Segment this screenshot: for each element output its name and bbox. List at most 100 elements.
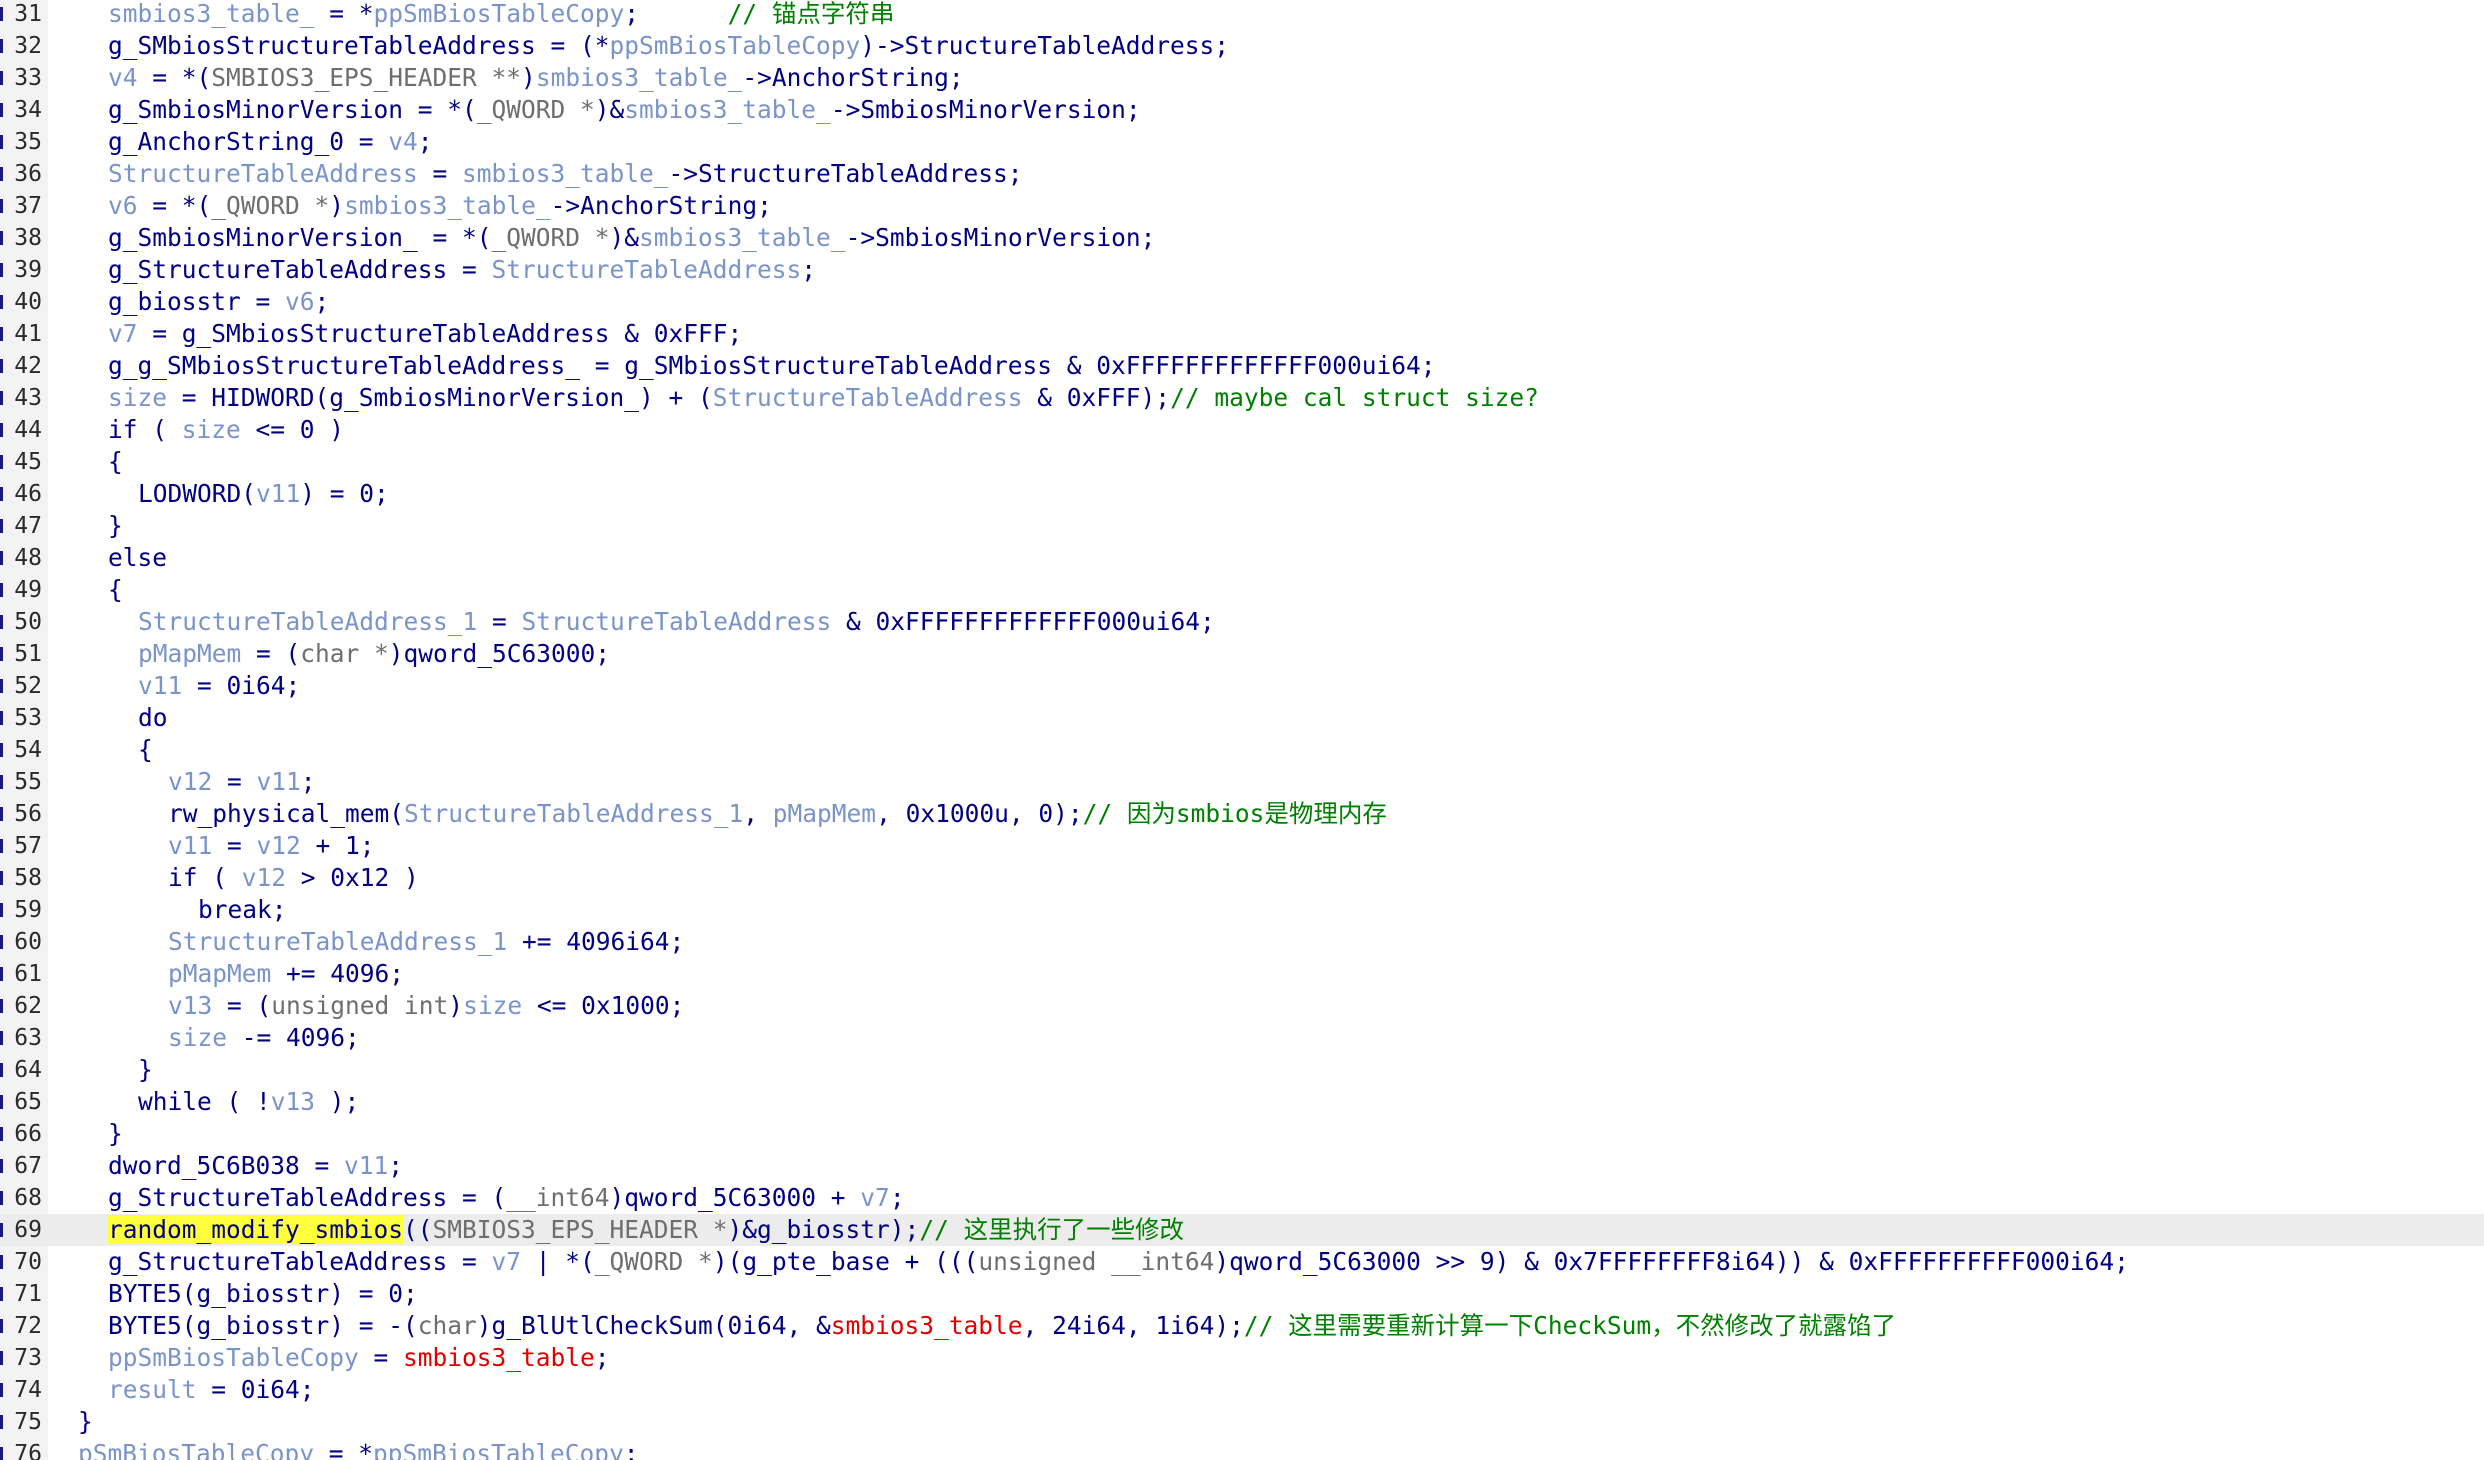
local-variable[interactable]: v6 — [108, 191, 138, 220]
code-token[interactable]: & 0xFFFFFFFFFFFFF000ui64; — [831, 607, 1215, 636]
code-token[interactable]: break; — [198, 895, 287, 924]
code-line[interactable]: 65 while ( !v13 ); — [0, 1086, 2484, 1118]
code-text[interactable]: StructureTableAddress = smbios3_table_->… — [108, 158, 1023, 190]
code-text[interactable]: g_StructureTableAddress = StructureTable… — [108, 254, 816, 286]
code-token[interactable]: ; — [801, 255, 816, 284]
code-token[interactable]: g_SMbiosStructureTableAddress = (* — [108, 31, 610, 60]
code-token[interactable]: = ( — [241, 639, 300, 668]
local-variable[interactable]: StructureTableAddress — [522, 607, 832, 636]
code-line[interactable]: 66} — [0, 1118, 2484, 1150]
local-variable[interactable]: StructureTableAddress_1 — [168, 927, 507, 956]
code-line[interactable]: 50 StructureTableAddress_1 = StructureTab… — [0, 606, 2484, 638]
local-variable[interactable]: v12 — [168, 767, 212, 796]
code-token[interactable]: } — [78, 1407, 93, 1436]
code-line[interactable]: 51 pMapMem = (char *)qword_5C63000; — [0, 638, 2484, 670]
code-token[interactable]: g_SmbiosMinorVersion = *( — [108, 95, 477, 124]
code-line[interactable]: 73 ppSmBiosTableCopy = smbios3_table; — [0, 1342, 2484, 1374]
code-token[interactable]: ->StructureTableAddress; — [669, 159, 1023, 188]
code-token[interactable]: rw_physical_mem( — [168, 799, 404, 828]
code-token[interactable]: ) — [521, 63, 536, 92]
code-text[interactable]: { — [138, 734, 153, 766]
code-line[interactable]: 38 g_SmbiosMinorVersion_ = *(_QWORD *)&sm… — [0, 222, 2484, 254]
code-text[interactable]: BYTE5(g_biosstr) = -(char)g_BlUtlCheckSu… — [108, 1310, 1896, 1342]
code-text[interactable]: size -= 4096; — [168, 1022, 360, 1054]
pseudocode-editor[interactable]: 31 smbios3_table_ = *ppSmBiosTableCopy; /… — [0, 0, 2484, 1460]
code-token[interactable]: g_SmbiosMinorVersion_ = *( — [108, 223, 492, 252]
type-cast[interactable]: char — [418, 1311, 477, 1340]
code-text[interactable]: smbios3_table_ = *ppSmBiosTableCopy; // … — [108, 0, 894, 30]
code-line[interactable]: 41 v7 = g_SMbiosStructureTableAddress & 0… — [0, 318, 2484, 350]
code-line[interactable]: 34 g_SmbiosMinorVersion = *(_QWORD *)&smb… — [0, 94, 2484, 126]
code-text[interactable]: if ( size <= 0 ) — [108, 414, 344, 446]
highlighted-identifier[interactable]: random_modify_smbios — [108, 1215, 404, 1244]
code-token[interactable]: ) — [329, 191, 344, 220]
local-variable[interactable]: pMapMem — [138, 639, 241, 668]
type-cast[interactable]: SMBIOS3_EPS_HEADER * — [433, 1215, 728, 1244]
code-line[interactable]: 33 v4 = *(SMBIOS3_EPS_HEADER **)smbios3_t… — [0, 62, 2484, 94]
code-text[interactable]: while ( !v13 ); — [138, 1086, 359, 1118]
code-token[interactable]: += 4096i64; — [507, 927, 684, 956]
code-line[interactable]: 35 g_AnchorString_0 = v4; — [0, 126, 2484, 158]
type-cast[interactable]: SMBIOS3_EPS_HEADER ** — [211, 63, 521, 92]
code-token[interactable]: } — [108, 1119, 123, 1148]
type-cast[interactable]: __int64 — [506, 1183, 609, 1212]
code-line[interactable]: 42 g_g_SMbiosStructureTableAddress_ = g_S… — [0, 350, 2484, 382]
code-token[interactable]: , — [743, 799, 773, 828]
local-variable[interactable]: pSmBiosTableCopy — [78, 1439, 314, 1460]
local-variable[interactable]: size — [463, 991, 522, 1020]
code-token[interactable]: , 0x1000u, 0); — [876, 799, 1083, 828]
code-text[interactable]: dword_5C6B038 = v11; — [108, 1150, 403, 1182]
local-variable[interactable]: ppSmBiosTableCopy — [610, 31, 861, 60]
type-cast[interactable]: _QWORD * — [595, 1247, 713, 1276]
code-line[interactable]: 49 { — [0, 574, 2484, 606]
code-token[interactable]: g_StructureTableAddress = — [108, 1247, 492, 1276]
code-text[interactable]: LODWORD(v11) = 0; — [138, 478, 389, 510]
code-line[interactable]: 67 dword_5C6B038 = v11; — [0, 1150, 2484, 1182]
code-token[interactable]: ; — [890, 1183, 905, 1212]
code-token[interactable]: (( — [403, 1215, 433, 1244]
code-token[interactable]: = HIDWORD(g_SmbiosMinorVersion_) + ( — [167, 383, 713, 412]
code-token[interactable]: )(g_pte_base + ((( — [713, 1247, 979, 1276]
code-text[interactable]: StructureTableAddress_1 = StructureTable… — [138, 606, 1215, 638]
code-text[interactable]: { — [108, 574, 123, 606]
code-text[interactable]: g_SMbiosStructureTableAddress = (*ppSmBi… — [108, 30, 1229, 62]
local-variable[interactable]: pMapMem — [168, 959, 271, 988]
code-token[interactable]: ; — [388, 1151, 403, 1180]
code-text[interactable]: BYTE5(g_biosstr) = 0; — [108, 1278, 418, 1310]
code-token[interactable]: )& — [595, 95, 625, 124]
code-text[interactable]: pSmBiosTableCopy = *ppSmBiosTableCopy; — [78, 1438, 639, 1460]
code-token[interactable]: = 0i64; — [182, 671, 300, 700]
code-line[interactable]: 44 if ( size <= 0 ) — [0, 414, 2484, 446]
code-text[interactable]: v12 = v11; — [168, 766, 316, 798]
code-token[interactable]: = — [359, 1343, 403, 1372]
code-token[interactable]: ; — [624, 0, 727, 28]
code-token[interactable]: = *( — [138, 191, 211, 220]
code-line[interactable]: 74 result = 0i64; — [0, 1374, 2484, 1406]
type-cast[interactable]: unsigned int — [271, 991, 448, 1020]
code-token[interactable]: )->StructureTableAddress; — [860, 31, 1229, 60]
code-line[interactable]: 54 { — [0, 734, 2484, 766]
local-variable[interactable]: StructureTableAddress_1 — [138, 607, 477, 636]
local-variable[interactable]: ppSmBiosTableCopy — [108, 1343, 359, 1372]
code-line[interactable]: 52 v11 = 0i64; — [0, 670, 2484, 702]
code-line[interactable]: 59 break; — [0, 894, 2484, 926]
code-line[interactable]: 53 do — [0, 702, 2484, 734]
code-line[interactable]: 31 smbios3_table_ = *ppSmBiosTableCopy; /… — [0, 0, 2484, 30]
code-text[interactable]: StructureTableAddress_1 += 4096i64; — [168, 926, 684, 958]
code-line[interactable]: 72 BYTE5(g_biosstr) = -(char)g_BlUtlCheck… — [0, 1310, 2484, 1342]
code-token[interactable]: else — [108, 543, 167, 572]
code-line[interactable]: 68 g_StructureTableAddress = (__int64)qwo… — [0, 1182, 2484, 1214]
code-token[interactable]: g_biosstr = — [108, 287, 285, 316]
code-token[interactable]: ); — [315, 1087, 360, 1116]
code-token[interactable]: ->AnchorString; — [551, 191, 772, 220]
code-token[interactable]: += 4096; — [271, 959, 404, 988]
code-token[interactable]: = — [212, 767, 256, 796]
code-token[interactable]: = g_SMbiosStructureTableAddress & 0xFFF; — [138, 319, 742, 348]
code-line[interactable]: 46 LODWORD(v11) = 0; — [0, 478, 2484, 510]
code-text[interactable]: } — [108, 510, 123, 542]
code-token[interactable]: BYTE5(g_biosstr) = -( — [108, 1311, 418, 1340]
code-text[interactable]: size = HIDWORD(g_SmbiosMinorVersion_) + … — [108, 382, 1539, 414]
local-variable[interactable]: size — [182, 415, 241, 444]
local-variable[interactable]: v4 — [108, 63, 138, 92]
code-line[interactable]: 45 { — [0, 446, 2484, 478]
